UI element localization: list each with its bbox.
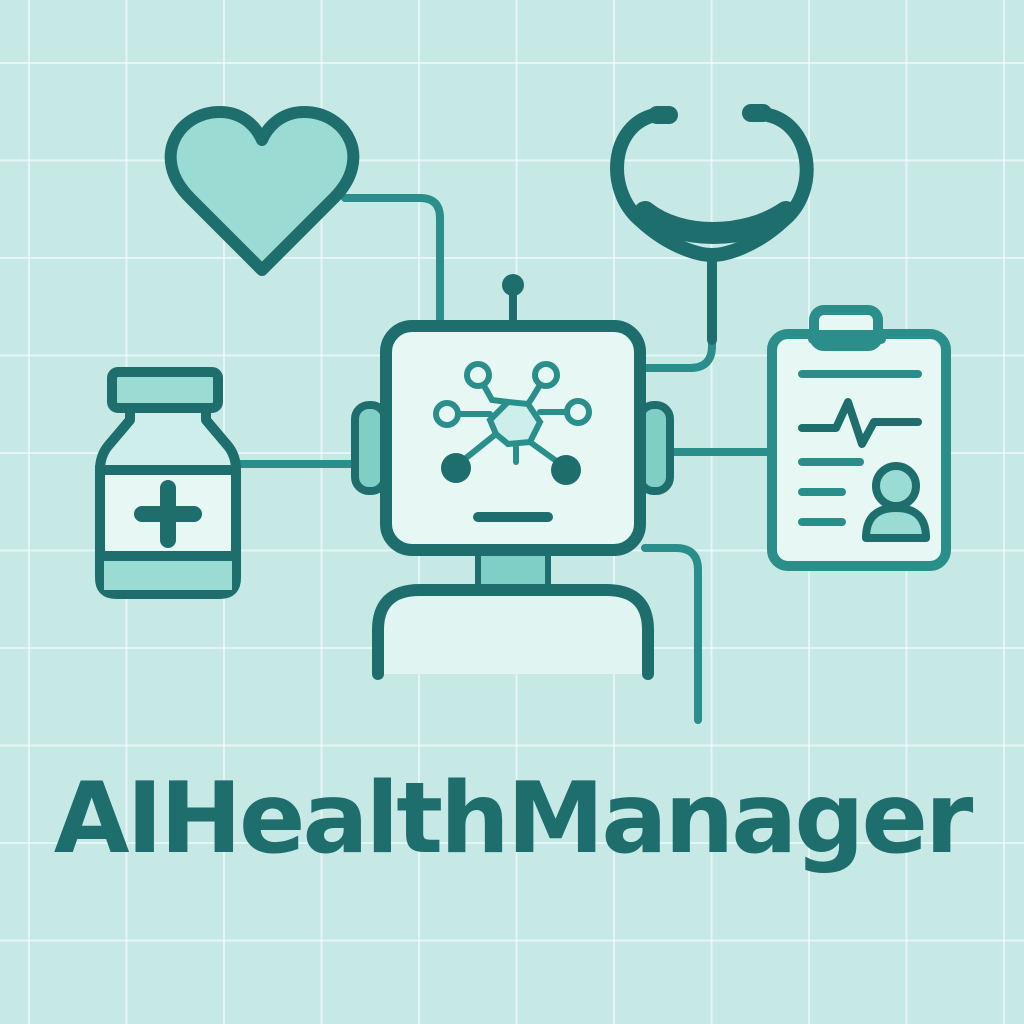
heart-icon bbox=[164, 106, 360, 276]
medical-clipboard-icon bbox=[767, 305, 951, 571]
logo-canvas: AIHealthManager bbox=[0, 0, 1024, 1024]
stethoscope-icon bbox=[610, 104, 814, 345]
app-title: AIHealthManager bbox=[53, 762, 974, 876]
medicine-bottle-icon bbox=[95, 367, 241, 599]
illustration bbox=[95, 104, 951, 724]
robot-icon bbox=[351, 274, 674, 680]
